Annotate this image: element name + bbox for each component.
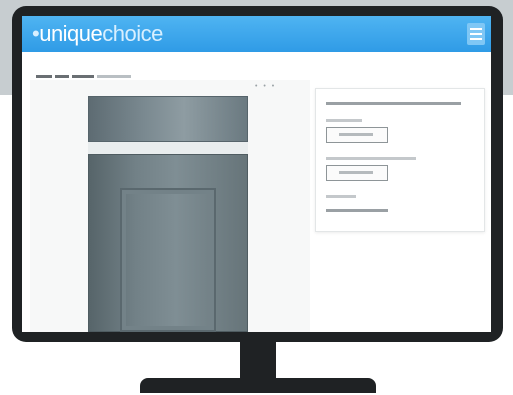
- logo-word-unique: unique: [39, 21, 103, 46]
- option-label-line: [326, 157, 416, 160]
- breadcrumb-item[interactable]: [36, 75, 52, 79]
- option-label-line: [326, 119, 362, 122]
- option-label-line: [326, 195, 356, 198]
- breadcrumb-item[interactable]: [72, 75, 94, 79]
- menu-line: [470, 33, 482, 35]
- breadcrumb-current: [97, 75, 131, 79]
- option-value-line: [339, 133, 373, 136]
- breadcrumb: [36, 68, 156, 79]
- breadcrumb-item[interactable]: [55, 75, 69, 79]
- logo-word-choice: choice: [102, 21, 163, 46]
- menu-line: [470, 28, 482, 30]
- site-logo[interactable]: •uniquechoice: [32, 22, 163, 46]
- product-options-card: [315, 88, 485, 232]
- gallery-indicator[interactable]: • • •: [255, 83, 276, 90]
- drawer-front-image: [88, 96, 248, 142]
- door-shaker-panel: [120, 188, 216, 332]
- product-image-area: • • •: [30, 80, 310, 332]
- hamburger-menu-icon[interactable]: [467, 23, 485, 45]
- price-line: [326, 209, 388, 212]
- monitor-screen: •uniquechoice • • •: [22, 16, 491, 332]
- menu-line: [470, 38, 482, 40]
- product-title-line: [326, 102, 461, 105]
- site-header: •uniquechoice: [22, 16, 491, 52]
- cabinet-gap: [88, 142, 248, 154]
- monitor-stand-base: [140, 378, 376, 393]
- option-select-2[interactable]: [326, 165, 388, 181]
- option-value-line: [339, 171, 373, 174]
- option-select-1[interactable]: [326, 127, 388, 143]
- monitor-stand-neck: [240, 341, 276, 383]
